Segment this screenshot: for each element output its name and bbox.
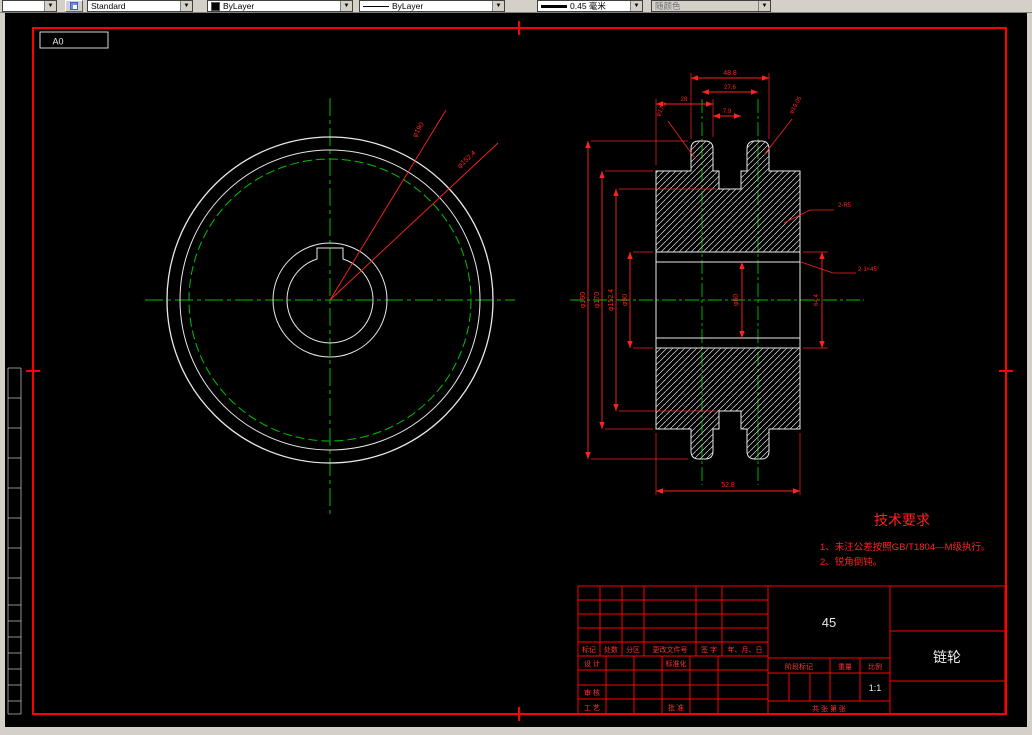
dim-bore: φ60 <box>733 294 740 306</box>
sheet-count-label: 共 张 第 张 <box>812 704 846 713</box>
dim-left-1: φ190 <box>580 292 587 308</box>
chevron-down-icon[interactable]: ▼ <box>340 1 352 11</box>
col-mark: 标记 <box>582 645 596 654</box>
chevron-down-icon[interactable]: ▼ <box>630 1 642 11</box>
col-zone: 分区 <box>626 645 640 654</box>
dim-bottom: 52.8 <box>721 482 735 489</box>
part-name: 链轮 <box>933 649 961 665</box>
color-combo-value: ByLayer <box>223 1 255 11</box>
color-swatch-icon <box>211 1 220 11</box>
row-design: 设 计 <box>584 659 600 668</box>
col-date: 年、月、日 <box>728 645 763 654</box>
linetype-combo-value: ByLayer <box>392 1 424 11</box>
lineweight-combo[interactable]: 0.45 毫米 ▼ <box>537 0 643 12</box>
dim-row-spacing: 27.6 <box>724 85 736 91</box>
weight-label: 重量 <box>838 663 852 671</box>
window-right-border <box>1027 13 1032 735</box>
leader-chamfer: 2-1×45° <box>858 267 880 273</box>
linetype-combo[interactable]: ByLayer ▼ <box>359 0 505 12</box>
chevron-down-icon[interactable]: ▼ <box>180 1 192 11</box>
plotstyle-combo-value: 随颜色 <box>655 1 681 11</box>
dim-right-1: 64.4 <box>814 294 820 306</box>
col-doc: 更改文件号 <box>653 645 688 654</box>
color-control-combo[interactable]: ByLayer ▼ <box>207 0 353 12</box>
text-style-combo-value: Standard <box>91 1 126 11</box>
drawing-canvas[interactable]: A0 φ190 φ152.4 48.8 27.6 28 7.9 φ17.8 φ1… <box>0 13 1032 735</box>
row-standard: 标准化 <box>666 659 687 668</box>
stage-label: 阶段标记 <box>785 662 813 671</box>
row-check: 审 核 <box>584 688 600 697</box>
linetype-sample-icon <box>363 5 389 7</box>
col-count: 处数 <box>604 645 618 654</box>
dim-left-4: φ90 <box>622 294 629 306</box>
leader-fillet: 2-R5 <box>838 203 852 209</box>
row-approve: 批 准 <box>668 703 684 712</box>
format-label: A0 <box>52 37 63 47</box>
dim-28: 28 <box>681 97 688 103</box>
col-sign: 签 字 <box>701 645 717 654</box>
top-toolbar: ▼ Standard ▼ ByLayer ▼ ByLayer ▼ 0.45 毫米… <box>0 0 1032 13</box>
model-space-background[interactable] <box>0 13 1032 735</box>
tech-req-title: 技术要求 <box>874 512 930 528</box>
tech-req-item-2: 2、锐角倒钝。 <box>820 556 882 568</box>
dim-width-over-teeth: 48.8 <box>723 70 737 77</box>
chevron-down-icon[interactable]: ▼ <box>44 1 56 11</box>
window-bottom-border <box>0 727 1032 735</box>
scale-label: 比例 <box>868 662 882 671</box>
window-left-border <box>0 13 5 735</box>
layer-properties-button[interactable] <box>65 0 83 12</box>
dim-left-3: φ152.4 <box>608 289 615 311</box>
dim-left-2: φ170 <box>594 292 601 308</box>
scale-value: 1:1 <box>869 683 882 693</box>
tech-req-item-1: 1、未注公差按照GB/T1804—M级执行。 <box>820 541 991 553</box>
chevron-down-icon[interactable]: ▼ <box>758 1 770 11</box>
lineweight-combo-value: 0.45 毫米 <box>570 1 606 11</box>
row-process: 工 艺 <box>584 704 600 712</box>
workspace-combo[interactable]: ▼ <box>2 0 57 12</box>
lineweight-sample-icon <box>541 4 567 8</box>
chevron-down-icon[interactable]: ▼ <box>492 1 504 11</box>
dim-7-9: 7.9 <box>723 109 732 115</box>
plotstyle-combo[interactable]: 随颜色 ▼ <box>651 0 771 12</box>
text-style-combo[interactable]: Standard ▼ <box>87 0 193 12</box>
material-label: 45 <box>822 615 836 630</box>
layers-icon <box>70 2 78 10</box>
